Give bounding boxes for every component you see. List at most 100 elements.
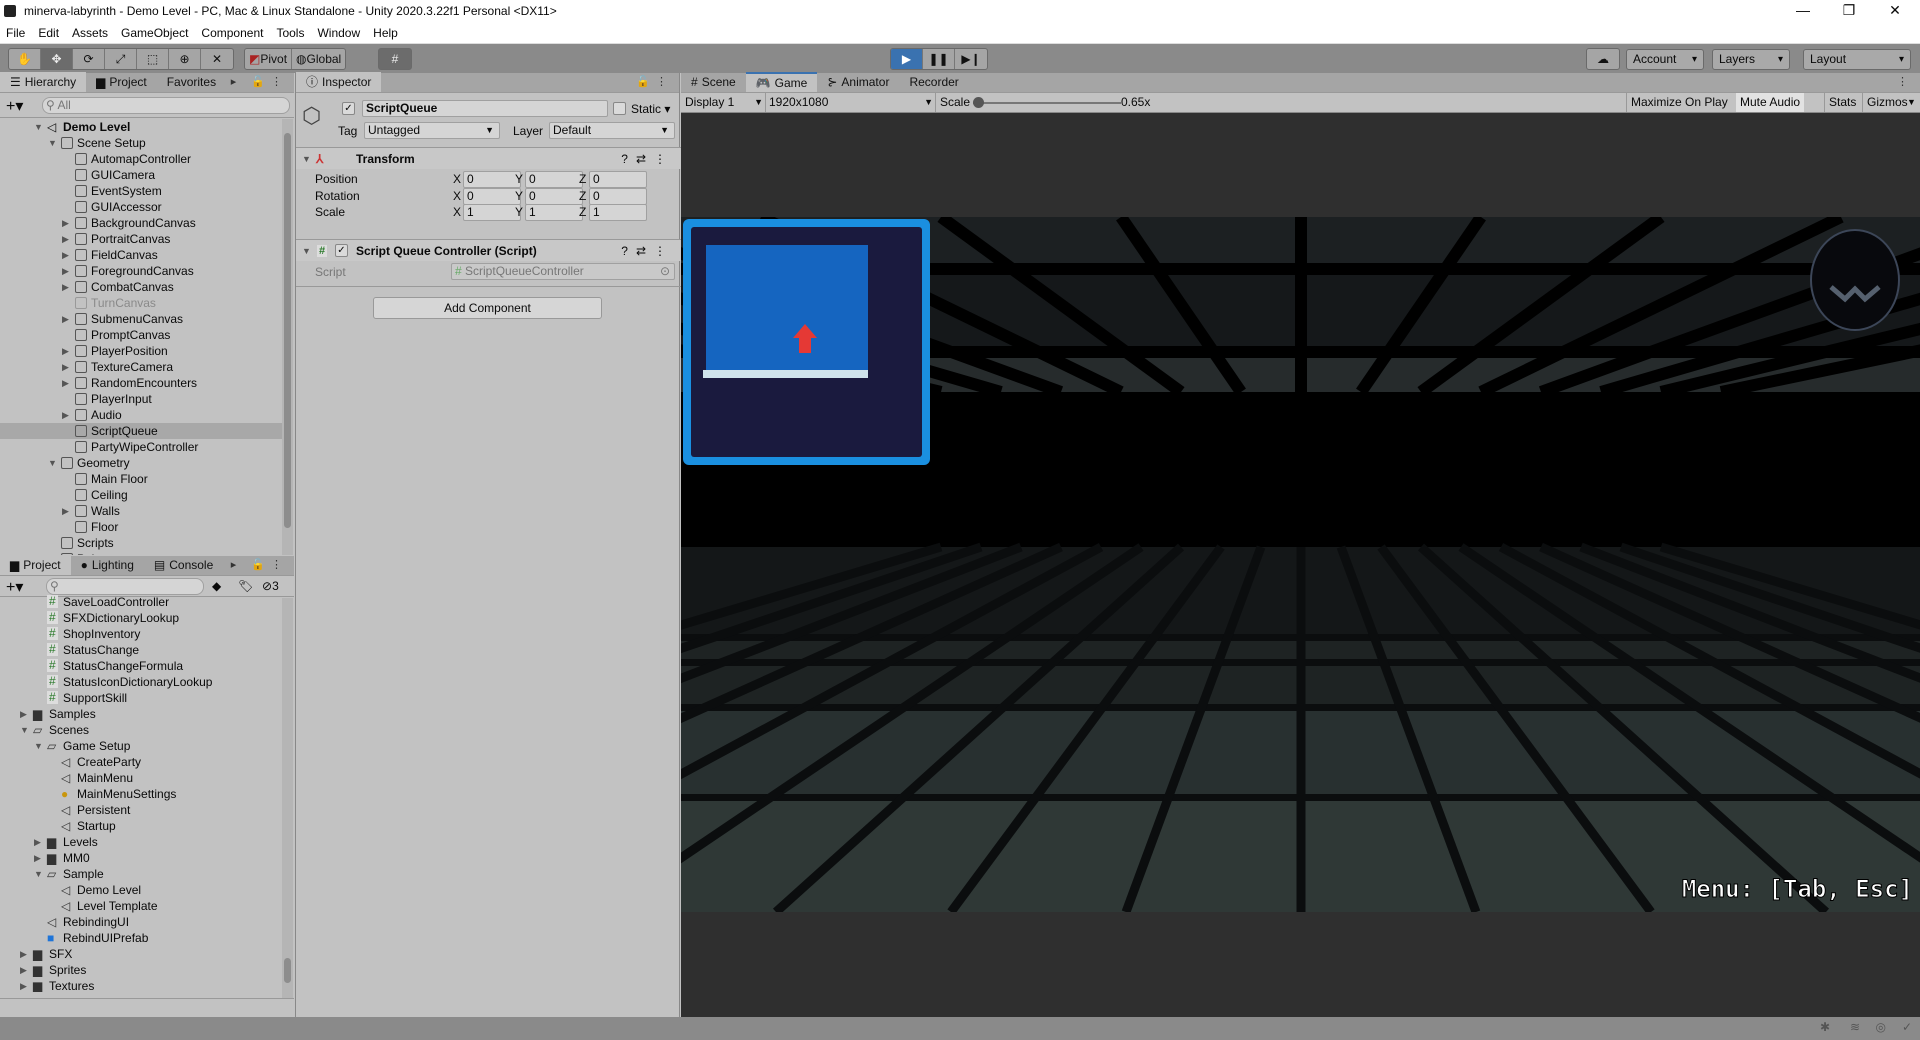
foldout-arrow-icon[interactable]: ▼ — [48, 455, 58, 471]
foldout-arrow-icon[interactable]: ▶ — [62, 503, 72, 519]
filter-by-type-icon[interactable]: ◆ — [212, 579, 221, 593]
transform-position-z-input[interactable]: 0 — [589, 171, 647, 188]
tree-item[interactable]: ● MainMenuSettings — [0, 786, 282, 802]
minimize-button[interactable]: — — [1780, 0, 1826, 22]
tab-hierarchy[interactable]: ☰ Hierarchy — [0, 72, 87, 92]
tree-item[interactable]: # SaveLoadController — [0, 594, 282, 610]
tree-item[interactable]: PlayerInput — [0, 391, 282, 407]
custom-tool-icon[interactable]: ✕ — [201, 49, 233, 69]
tab-lighting[interactable]: ● Lighting — [71, 555, 144, 575]
foldout-arrow-icon[interactable]: ▼ — [302, 148, 311, 170]
resolution-dropdown[interactable]: 1920x1080 ▼ — [765, 93, 935, 112]
transform-rotation-z-input[interactable]: 0 — [589, 187, 647, 205]
tree-item[interactable]: ◁ RebindingUI — [0, 914, 282, 930]
scale-slider-knob[interactable] — [973, 97, 984, 108]
tree-item[interactable]: # SupportSkill — [0, 690, 282, 706]
menu-assets[interactable]: Assets — [72, 26, 108, 40]
foldout-arrow-icon[interactable]: ▶ — [20, 978, 30, 992]
foldout-arrow-icon[interactable]: ▶ — [62, 215, 72, 231]
pause-button[interactable]: ❚❚ — [923, 49, 955, 69]
foldout-arrow-icon[interactable]: ▶ — [62, 407, 72, 423]
layers-dropdown[interactable]: Layers — [1712, 49, 1790, 70]
foldout-arrow-icon[interactable]: ▶ — [62, 279, 72, 295]
hierarchy-scrollbar[interactable] — [282, 119, 293, 555]
tree-item[interactable]: ◁ Level Template — [0, 898, 282, 914]
tree-item[interactable]: ▶ CombatCanvas — [0, 279, 282, 295]
tree-item[interactable]: ▼ ▱ Scenes — [0, 722, 282, 738]
tree-item[interactable]: ▶ ▆ Samples — [0, 706, 282, 722]
active-checkbox[interactable]: ✓ — [342, 102, 355, 115]
tree-item[interactable]: ◁ Persistent — [0, 802, 282, 818]
tree-item[interactable]: ▶ TextureCamera — [0, 359, 282, 375]
project-search-input[interactable]: ⚲ — [46, 578, 204, 595]
tree-item[interactable]: TurnCanvas — [0, 295, 282, 311]
tree-item[interactable]: # StatusChange — [0, 642, 282, 658]
rect-tool-icon[interactable]: ⬚ — [137, 49, 169, 69]
project-scrollbar[interactable] — [282, 598, 293, 998]
tree-item[interactable]: ▶ Walls — [0, 503, 282, 519]
panel-menu-icon[interactable]: ⋮ — [1897, 75, 1914, 88]
close-button[interactable]: ✕ — [1872, 0, 1918, 22]
tree-item[interactable]: ▶ ▆ MM0 — [0, 850, 282, 866]
foldout-arrow-icon[interactable]: ▶ — [20, 706, 30, 722]
tree-item[interactable]: # StatusChangeFormula — [0, 658, 282, 674]
transform-rotation-x-input[interactable]: 0 — [463, 187, 521, 205]
mute-audio-toggle[interactable]: Mute Audio — [1736, 93, 1805, 112]
tree-item[interactable]: # StatusIconDictionaryLookup — [0, 674, 282, 690]
tree-item[interactable]: # SFXDictionaryLookup — [0, 610, 282, 626]
menu-tools[interactable]: Tools — [276, 26, 304, 40]
tab-inspector[interactable]: ⓘ Inspector — [296, 72, 382, 92]
debug-bug-icon[interactable]: ✱ — [1820, 1020, 1830, 1034]
tab-console[interactable]: ▤ Console — [144, 555, 223, 575]
static-checkbox[interactable] — [613, 102, 626, 115]
scale-slider[interactable] — [973, 97, 1121, 108]
tree-item[interactable]: ◁ MainMenu — [0, 770, 282, 786]
tree-item[interactable]: Scripts — [0, 535, 282, 551]
foldout-arrow-icon[interactable]: ▶ — [20, 962, 30, 978]
menu-file[interactable]: File — [6, 26, 25, 40]
stats-toggle[interactable]: Stats — [1824, 93, 1860, 112]
component-help-preset-menu-icons[interactable]: ?⇄⋮ — [621, 240, 674, 262]
progress-check-icon[interactable]: ✓ — [1902, 1020, 1912, 1034]
move-tool-icon[interactable]: ✥ — [41, 49, 73, 69]
tab-game[interactable]: 🎮 Game — [745, 72, 818, 92]
component-enabled-checkbox[interactable]: ✓ — [335, 244, 348, 257]
tab-project[interactable]: ▆ Project — [0, 555, 71, 575]
tree-item[interactable]: ▼ ▱ Sample — [0, 866, 282, 882]
transform-scale-z-input[interactable]: 1 — [589, 204, 647, 221]
foldout-arrow-icon[interactable]: ▼ — [34, 119, 44, 135]
hand-tool-icon[interactable]: ✋ — [9, 49, 41, 69]
snap-button[interactable]: # — [378, 48, 412, 70]
panel-menu-icons[interactable]: ▸ 🔓⋮ — [231, 558, 288, 571]
scroll-thumb[interactable] — [284, 133, 291, 528]
transform-scale-x-input[interactable]: 1 — [463, 204, 521, 221]
menu-help[interactable]: Help — [373, 26, 398, 40]
tree-item[interactable]: AutomapController — [0, 151, 282, 167]
tree-item[interactable]: Floor — [0, 519, 282, 535]
add-component-button[interactable]: Add Component — [373, 297, 602, 319]
object-picker-icon[interactable]: ⊙ — [660, 264, 670, 279]
tree-item[interactable]: ▼ ▱ Game Setup — [0, 738, 282, 754]
tree-item[interactable]: GUIAccessor — [0, 199, 282, 215]
tree-item[interactable]: Main Floor — [0, 471, 282, 487]
tree-item[interactable]: ◁ Demo Level — [0, 882, 282, 898]
hidden-packages-button[interactable]: ⊘3 — [262, 579, 279, 593]
game-render[interactable]: Menu: [Tab, Esc] — [681, 217, 1920, 912]
tree-item[interactable]: PartyWipeController — [0, 439, 282, 455]
foldout-arrow-icon[interactable]: ▼ — [48, 135, 58, 151]
tab-recorder[interactable]: Recorder — [899, 72, 968, 92]
foldout-arrow-icon[interactable]: ▼ — [20, 722, 30, 738]
foldout-arrow-icon[interactable]: ▶ — [62, 231, 72, 247]
tab-favorites[interactable]: Favorites — [157, 72, 226, 92]
foldout-arrow-icon[interactable]: ▶ — [62, 247, 72, 263]
menu-edit[interactable]: Edit — [38, 26, 59, 40]
tab-scene[interactable]: # Scene — [681, 72, 746, 92]
foldout-arrow-icon[interactable]: ▼ — [302, 240, 311, 262]
foldout-arrow-icon[interactable]: ▶ — [62, 359, 72, 375]
tree-item[interactable]: PromptCanvas — [0, 327, 282, 343]
create-button[interactable]: +▾ — [6, 96, 23, 116]
tab-animator[interactable]: ⊱ Animator — [817, 72, 899, 92]
menu-gameobject[interactable]: GameObject — [121, 26, 188, 40]
component-help-preset-menu-icons[interactable]: ?⇄⋮ — [621, 148, 674, 170]
tree-item[interactable]: ▶ FieldCanvas — [0, 247, 282, 263]
